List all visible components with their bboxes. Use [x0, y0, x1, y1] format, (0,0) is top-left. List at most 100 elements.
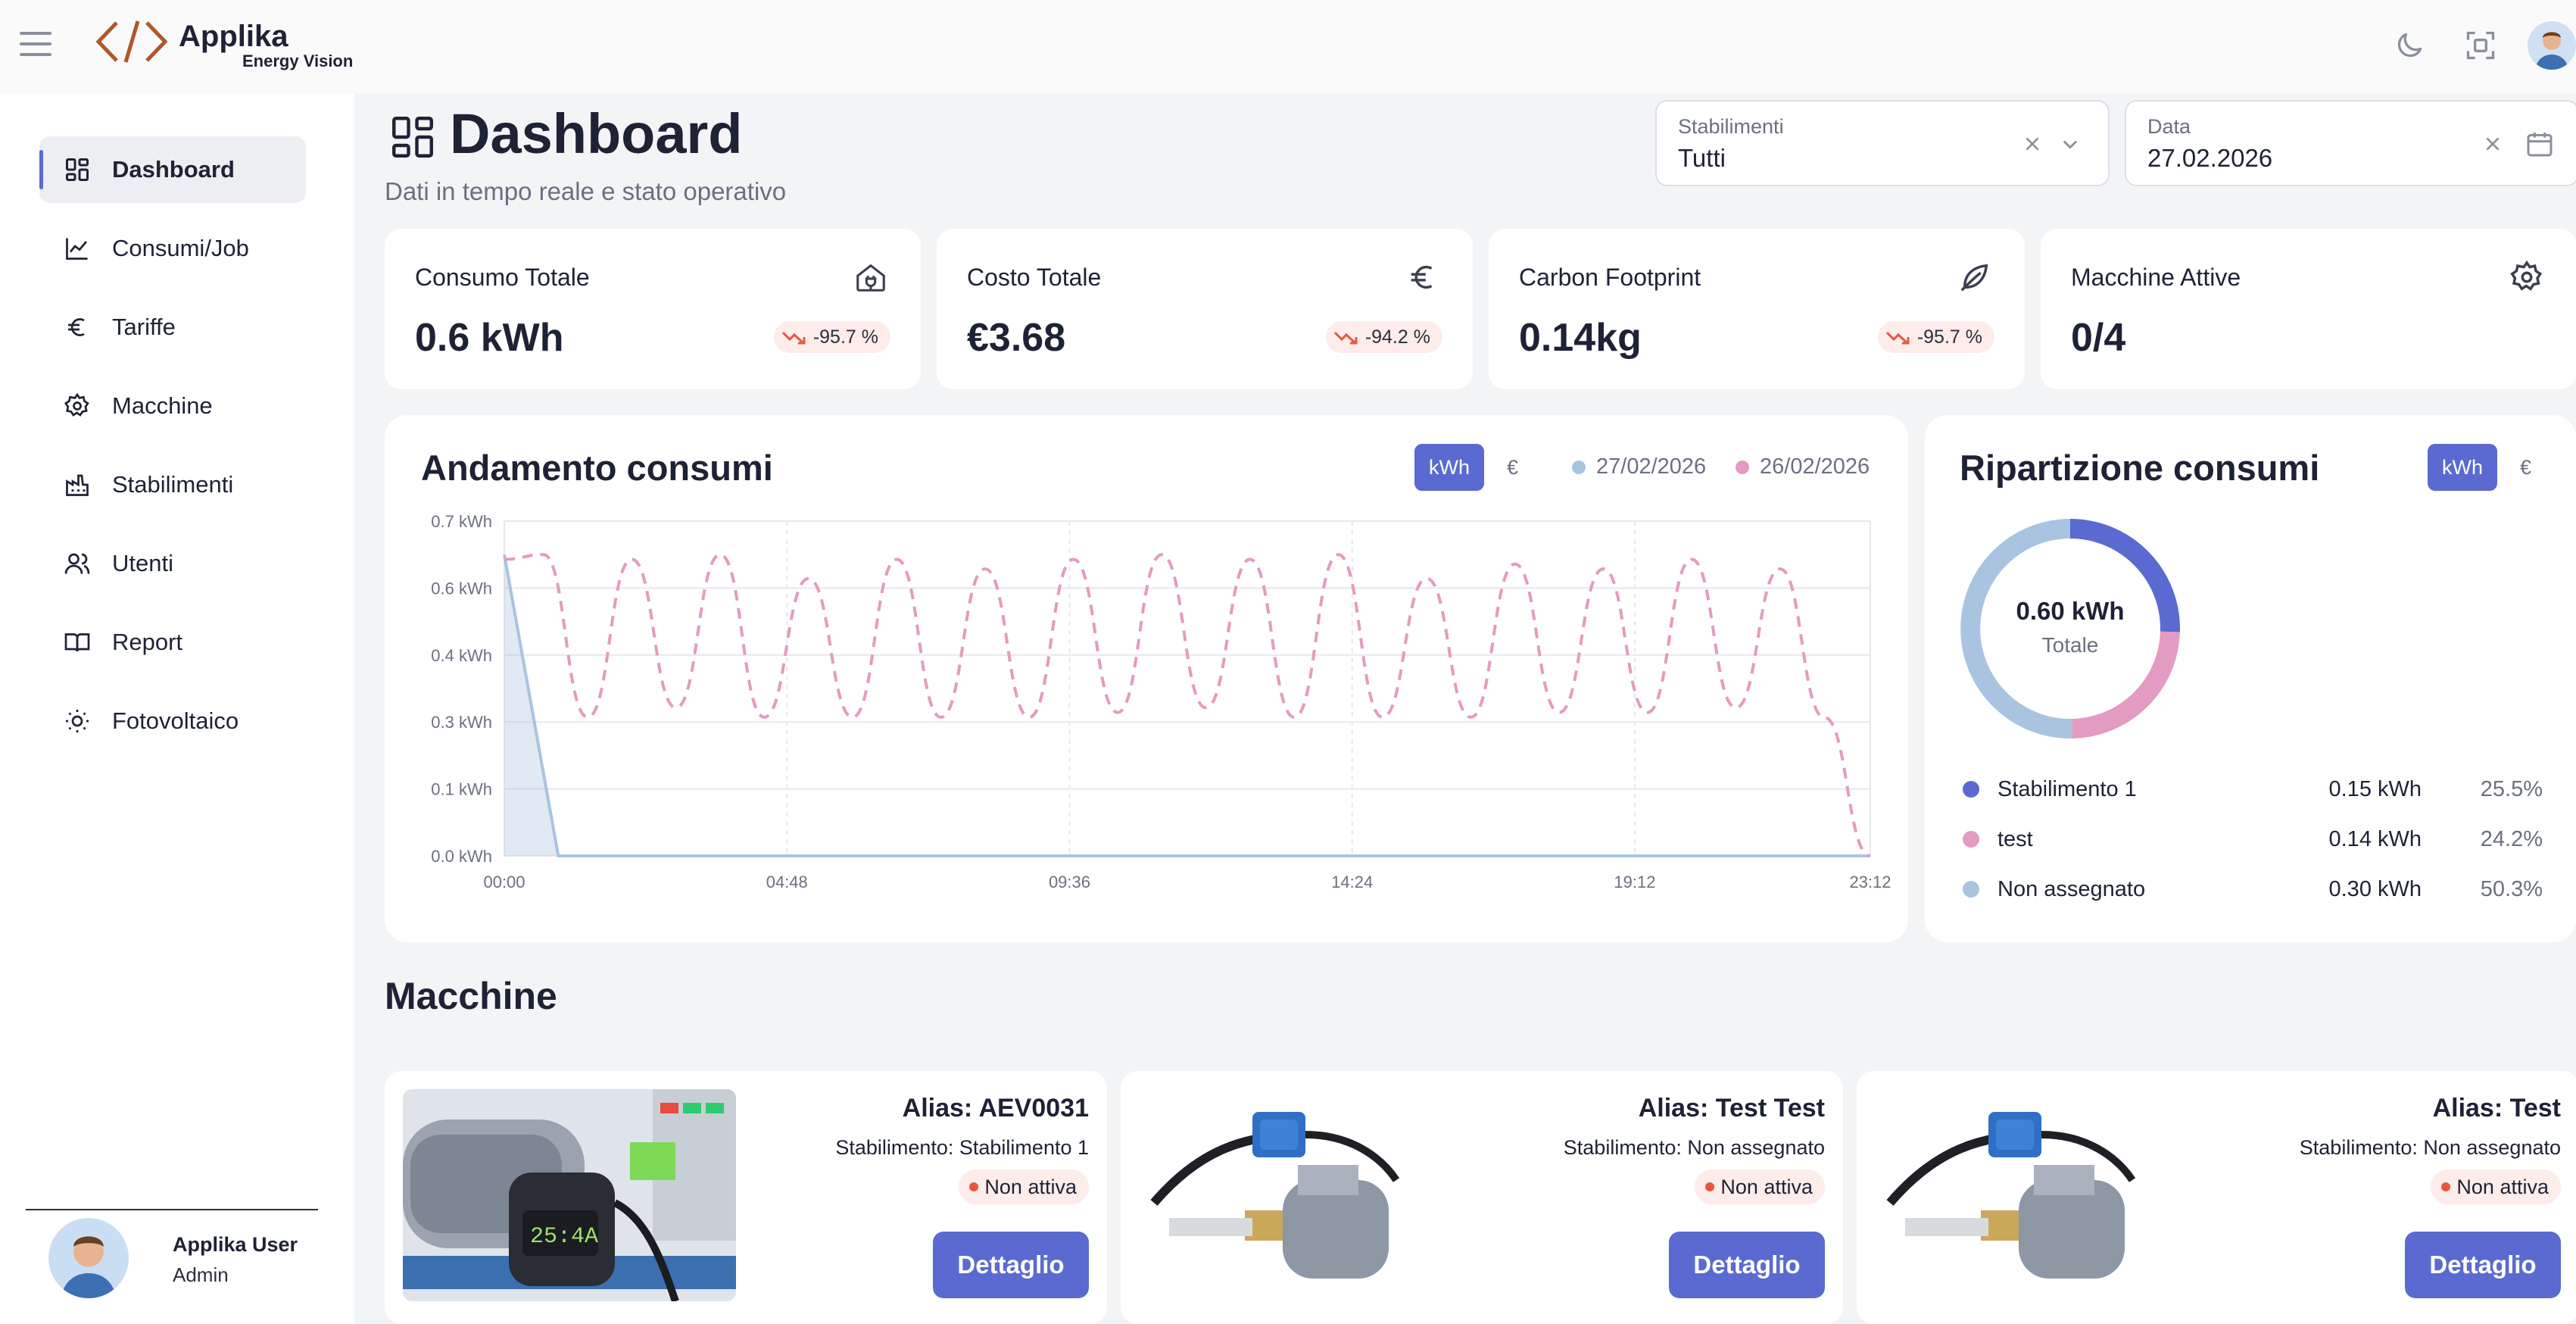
leaf-icon [1955, 258, 1994, 297]
date-picker[interactable]: Data 27.02.2026 [2125, 100, 2576, 186]
euro-icon [1403, 258, 1442, 297]
sidebar-item-fotovoltaico[interactable]: Fotovoltaico [39, 688, 306, 754]
sidebar-item-tariffe[interactable]: Tariffe [39, 294, 306, 361]
breakdown-label: test [1997, 827, 2033, 851]
breakdown-percent: 50.3% [2480, 877, 2543, 901]
y-tick-label: 0.7 kWh [431, 512, 492, 531]
status-dot [1705, 1182, 1715, 1191]
kpi-card-costo: Costo Totale €3.68 -94.2 % [937, 229, 1473, 389]
users-icon [62, 548, 92, 579]
chart-line-icon [62, 233, 92, 264]
donut-total-value: 0.60 kWh [2016, 597, 2125, 625]
breakdown-row: test 0.14 kWh 24.2% [1960, 823, 2543, 857]
avatar [48, 1218, 129, 1298]
delta-badge: -95.7 % [773, 321, 890, 353]
status-dot [2441, 1182, 2451, 1191]
kpi-card-macchine: Macchine Attive 0/4 [2041, 229, 2576, 389]
delta-badge: -94.2 % [1325, 321, 1442, 353]
clear-icon[interactable] [2478, 129, 2508, 159]
kpi-value: 0.14kg [1519, 316, 1642, 360]
chevron-down-icon[interactable] [2055, 129, 2085, 159]
dark-mode-moon-icon[interactable] [2385, 21, 2434, 70]
detail-button[interactable]: Dettaglio [933, 1232, 1089, 1298]
stabilimenti-select[interactable]: Stabilimenti Tutti [1655, 100, 2110, 186]
sidebar-item-consumi-job[interactable]: Consumi/Job [39, 215, 306, 282]
x-tick-label: 23:12 [1849, 873, 1891, 892]
app-name: Applika [179, 20, 288, 53]
breakdown-percent: 25.5% [2480, 777, 2543, 801]
trend-down-icon [781, 331, 806, 345]
machine-image [1139, 1089, 1472, 1301]
breakdown-percent: 24.2% [2480, 827, 2543, 851]
sidebar-item-utenti[interactable]: Utenti [39, 530, 306, 597]
machine-alias: Alias: AEV0031 [902, 1094, 1089, 1123]
sidebar-item-label: Report [112, 629, 183, 655]
trend-chart: 0.0 kWh 0.1 kWh 0.3 kWh 0.4 kWh 0.6 kWh 0.7 k… [431, 512, 1891, 892]
user-profile[interactable]: Applika User Admin [26, 1209, 318, 1324]
sidebar-item-label: Stabilimenti [112, 471, 234, 498]
dashboard-grid-icon [388, 112, 438, 166]
series-line-current [503, 554, 1870, 857]
date-value: 27.02.2026 [2147, 144, 2273, 172]
sidebar-item-macchine[interactable]: Macchine [39, 373, 306, 439]
machine-image: 25:4A [403, 1089, 736, 1301]
factory-icon [62, 470, 92, 500]
user-avatar-icon[interactable] [2528, 21, 2576, 70]
donut-total-label: Totale [2041, 633, 2099, 657]
unit-euro-button[interactable]: € [2520, 456, 2531, 479]
status-dot [969, 1182, 979, 1191]
y-tick-label: 0.6 kWh [431, 579, 492, 598]
legend-dot [1963, 881, 1979, 898]
machine-card: Alias: Test Stabilimento: Non assegnato … [1857, 1071, 2576, 1324]
kpi-value: 0.6 kWh [415, 316, 564, 360]
kpi-value: €3.68 [967, 316, 1066, 360]
sidebar-item-label: Utenti [112, 550, 173, 576]
delta-value: -95.7 % [812, 326, 878, 348]
y-tick-label: 0.3 kWh [431, 713, 492, 732]
sidebar-item-label: Dashboard [112, 156, 235, 183]
legend-dot [1963, 831, 1979, 848]
trend-down-icon [1333, 331, 1358, 345]
kpi-label: Costo Totale [967, 264, 1102, 291]
calendar-icon[interactable] [2525, 129, 2555, 159]
clear-icon[interactable] [2017, 129, 2047, 159]
status-label: Non attiva [2456, 1175, 2549, 1198]
status-label: Non attiva [984, 1175, 1077, 1198]
detail-button[interactable]: Dettaglio [2405, 1232, 2561, 1298]
sidebar-item-label: Tariffe [112, 314, 176, 340]
machine-site: Stabilimento: Stabilimento 1 [835, 1136, 1089, 1159]
app-tagline: Energy Vision [242, 52, 354, 70]
breakdown-value: 0.30 kWh [2328, 877, 2422, 901]
grid-icon [62, 155, 92, 185]
stabilimenti-label: Stabilimenti [1678, 115, 1784, 138]
machine-image [1875, 1089, 2208, 1301]
fullscreen-icon[interactable] [2456, 21, 2505, 70]
book-icon [62, 627, 92, 657]
delta-value: -95.7 % [1916, 326, 1982, 348]
date-label: Data [2147, 115, 2191, 138]
sidebar-item-dashboard[interactable]: Dashboard [39, 136, 306, 203]
sidebar-item-report[interactable]: Report [39, 609, 306, 676]
machine-site: Stabilimento: Non assegnato [2299, 1136, 2561, 1159]
app-logo[interactable]: Applika Energy Vision [94, 15, 366, 73]
hamburger-menu-icon[interactable] [20, 32, 51, 56]
machine-alias: Alias: Test [2432, 1094, 2561, 1123]
unit-kwh-button[interactable]: kWh [2428, 444, 2497, 491]
donut-slice[interactable] [1960, 519, 2072, 739]
sidebar: Dashboard Consumi/Job Tariffe Macchine S… [0, 94, 354, 1324]
clamp-display-text: 25:4A [530, 1224, 598, 1250]
kpi-value: 0/4 [2071, 316, 2126, 360]
x-tick-label: 09:36 [1049, 873, 1090, 892]
sidebar-item-stabilimenti[interactable]: Stabilimenti [39, 451, 306, 518]
page-subtitle: Dati in tempo reale e stato operativo [385, 177, 787, 205]
kpi-label: Macchine Attive [2071, 264, 2241, 291]
kpi-card-consumo: Consumo Totale 0.6 kWh -95.7 % [385, 229, 921, 389]
breakdown-label: Non assegnato [1997, 877, 2146, 901]
kpi-label: Carbon Footprint [1519, 264, 1701, 291]
delta-value: -94.2 % [1364, 326, 1430, 348]
detail-button[interactable]: Dettaglio [1669, 1232, 1825, 1298]
sidebar-item-label: Macchine [112, 392, 213, 419]
breakdown-row: Non assegnato 0.30 kWh 50.3% [1960, 873, 2543, 907]
kpi-card-carbon: Carbon Footprint 0.14kg -95.7 % [1489, 229, 2025, 389]
machine-card: Alias: Test Test Stabilimento: Non asseg… [1121, 1071, 1843, 1324]
